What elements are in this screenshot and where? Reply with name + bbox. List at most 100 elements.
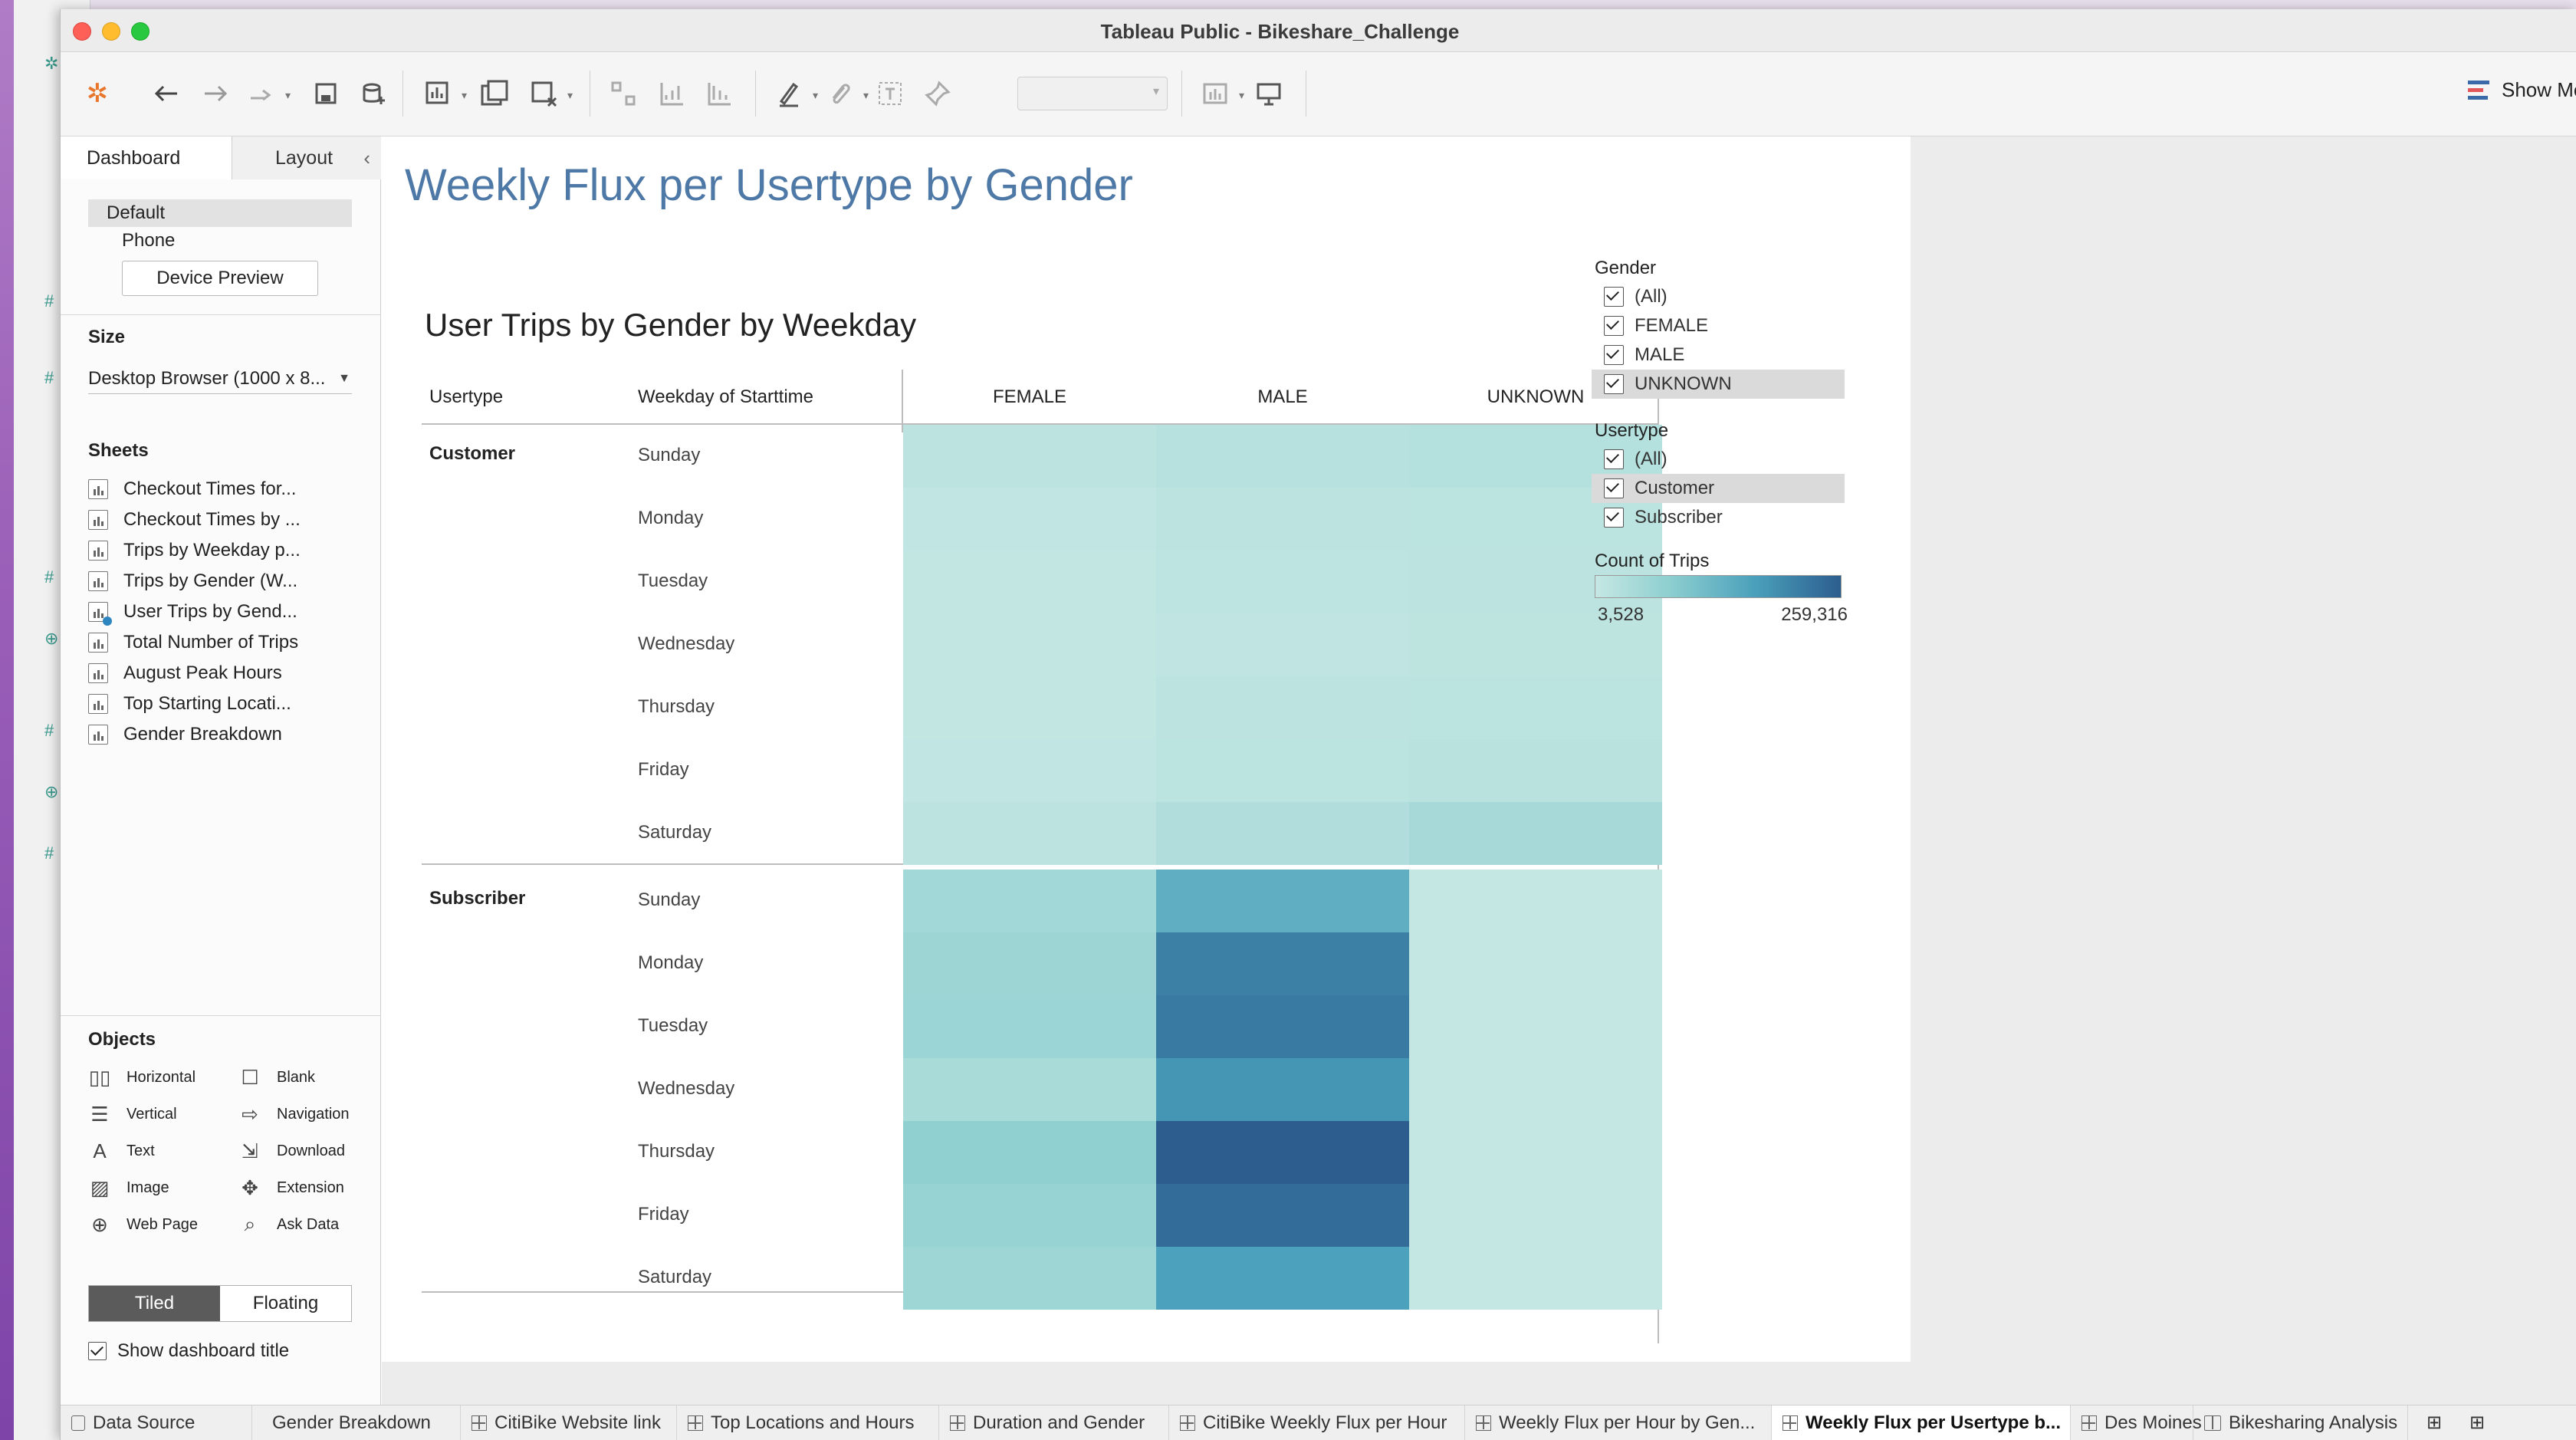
new-worksheet-icon[interactable]: ▾ — [418, 74, 467, 113]
sheet-item[interactable]: Trips by Gender (W... — [88, 566, 372, 597]
sheet-item-in-use[interactable]: User Trips by Gend... — [88, 597, 372, 627]
gender-filter-female[interactable]: FEMALE — [1592, 311, 1845, 340]
floating-button[interactable]: Floating — [220, 1286, 351, 1321]
heatmap-cell[interactable] — [1409, 739, 1662, 802]
heatmap-cell[interactable] — [903, 676, 1156, 739]
tableau-logo-icon[interactable]: ✲ — [77, 74, 117, 113]
fix-axes-icon[interactable] — [918, 74, 958, 113]
heatmap-cell[interactable] — [1156, 870, 1409, 932]
sheet-tab[interactable]: Des Moines — [2071, 1405, 2202, 1440]
sheet-tab[interactable]: Weekly Flux per Usertype b... — [1772, 1405, 2071, 1440]
heatmap-cell[interactable] — [1156, 1247, 1409, 1310]
heatmap-cell[interactable] — [903, 1058, 1156, 1121]
sheet-tab[interactable]: Bikesharing Analysis — [2193, 1405, 2408, 1440]
sheet-item[interactable]: August Peak Hours — [88, 658, 372, 689]
heatmap-cell[interactable] — [903, 1247, 1156, 1310]
sheet-tab[interactable]: CitiBike Weekly Flux per Hour — [1169, 1405, 1465, 1440]
usertype-filter-subscriber[interactable]: Subscriber — [1592, 503, 1845, 532]
object-download[interactable]: ⇲ Download — [238, 1139, 345, 1162]
redirect-icon[interactable]: ▾ — [242, 74, 291, 113]
heatmap-cell[interactable] — [903, 551, 1156, 613]
sheet-tab[interactable]: Top Locations and Hours — [677, 1405, 939, 1440]
sheet-item[interactable]: Gender Breakdown — [88, 719, 372, 750]
duplicate-sheet-icon[interactable] — [475, 74, 514, 113]
gender-filter-unknown[interactable]: UNKNOWN — [1592, 370, 1845, 399]
heatmap-cell[interactable] — [1409, 1247, 1662, 1310]
new-data-source-icon[interactable] — [353, 74, 393, 113]
clear-sheet-icon[interactable]: ▾ — [524, 74, 573, 113]
heatmap-cell[interactable] — [1409, 1184, 1662, 1247]
object-extension[interactable]: ✥ Extension — [238, 1176, 344, 1199]
heatmap-cell[interactable] — [1409, 1058, 1662, 1121]
sort-descending-icon[interactable] — [698, 74, 738, 113]
heatmap-cell[interactable] — [1156, 551, 1409, 613]
object-web-page[interactable]: ⊕ Web Page — [88, 1213, 198, 1236]
show-dashboard-title-checkbox[interactable]: Show dashboard title — [88, 1340, 289, 1362]
sort-ascending-icon[interactable] — [651, 74, 691, 113]
heatmap-cell[interactable] — [903, 1184, 1156, 1247]
heatmap-cell[interactable] — [1156, 676, 1409, 739]
sheet-tab[interactable]: CitiBike Website link — [461, 1405, 677, 1440]
heatmap-cell[interactable] — [1409, 932, 1662, 995]
sheet-item[interactable]: Trips by Weekday p... — [88, 535, 372, 566]
heatmap-cell[interactable] — [903, 995, 1156, 1058]
heatmap-cell[interactable] — [1156, 1058, 1409, 1121]
show-mark-labels-icon[interactable] — [870, 74, 910, 113]
heatmap-cell[interactable] — [1409, 1121, 1662, 1184]
swap-rows-columns-icon[interactable] — [603, 74, 643, 113]
presentation-mode-icon[interactable] — [1249, 74, 1289, 113]
heatmap-cell[interactable] — [1156, 995, 1409, 1058]
heatmap-cell[interactable] — [903, 613, 1156, 676]
heatmap-cell[interactable] — [903, 488, 1156, 551]
heatmap-cell[interactable] — [1409, 870, 1662, 932]
heatmap-cell[interactable] — [1156, 932, 1409, 995]
group-members-icon[interactable]: ▾ — [820, 74, 869, 113]
tab-dashboard[interactable]: Dashboard — [61, 136, 232, 179]
device-item-default[interactable]: Default — [88, 199, 352, 227]
usertype-filter-all[interactable]: (All) — [1592, 445, 1845, 474]
size-dropdown[interactable]: Desktop Browser (1000 x 8... ▼ — [88, 363, 352, 394]
object-horizontal[interactable]: ▯▯ Horizontal — [88, 1066, 196, 1089]
collapse-panel-icon[interactable]: ‹ — [363, 136, 370, 179]
highlight-icon[interactable]: ▾ — [769, 74, 818, 113]
sheet-item[interactable]: Checkout Times for... — [88, 474, 372, 505]
show-hide-cards-icon[interactable]: ▾ — [1195, 74, 1244, 113]
redo-icon[interactable] — [196, 74, 235, 113]
tab-layout[interactable]: Layout ‹ — [232, 136, 381, 179]
heatmap-cell[interactable] — [1156, 613, 1409, 676]
object-vertical[interactable]: ☰ Vertical — [88, 1103, 176, 1126]
heatmap-cell[interactable] — [1156, 488, 1409, 551]
undo-icon[interactable] — [146, 74, 186, 113]
heatmap-cell[interactable] — [1156, 802, 1409, 865]
object-blank[interactable]: ☐ Blank — [238, 1066, 315, 1089]
sheet-item[interactable]: Total Number of Trips — [88, 627, 372, 658]
heatmap-cell[interactable] — [903, 1121, 1156, 1184]
sheet-item[interactable]: Checkout Times by ... — [88, 505, 372, 535]
gender-filter-all[interactable]: (All) — [1592, 282, 1845, 311]
heatmap-cell[interactable] — [1156, 1184, 1409, 1247]
heatmap-cell[interactable] — [1156, 425, 1409, 488]
new-dashboard-tab-icon[interactable]: ⊞ — [2459, 1405, 2496, 1440]
object-ask-data[interactable]: ⌕ Ask Data — [238, 1212, 339, 1236]
heatmap-cell[interactable] — [903, 932, 1156, 995]
sheet-tab[interactable]: Duration and Gender — [939, 1405, 1169, 1440]
fit-dropdown[interactable]: ▾ — [1017, 77, 1168, 110]
sheet-tab[interactable]: Weekly Flux per Hour by Gen... — [1465, 1405, 1772, 1440]
heatmap-cell[interactable] — [903, 425, 1156, 488]
heatmap-cell[interactable] — [903, 870, 1156, 932]
device-item-phone[interactable]: Phone — [122, 227, 175, 255]
object-navigation[interactable]: ⇨ Navigation — [238, 1103, 349, 1126]
sheet-tab[interactable]: Data Source — [61, 1405, 252, 1440]
heatmap-cell[interactable] — [1156, 1121, 1409, 1184]
heatmap-cell[interactable] — [1156, 739, 1409, 802]
show-me-button[interactable]: Show Me — [2468, 78, 2576, 102]
heatmap-cell[interactable] — [1409, 802, 1662, 865]
heatmap-cell[interactable] — [903, 802, 1156, 865]
sheet-tab[interactable]: Gender Breakdown — [252, 1405, 461, 1440]
sheet-item[interactable]: Top Starting Locati... — [88, 689, 372, 719]
device-preview-button[interactable]: Device Preview — [122, 261, 318, 296]
new-worksheet-tab-icon[interactable]: ⊞ — [2416, 1405, 2453, 1440]
gender-filter-male[interactable]: MALE — [1592, 340, 1845, 370]
usertype-filter-customer[interactable]: Customer — [1592, 474, 1845, 503]
heatmap-cell[interactable] — [1409, 995, 1662, 1058]
